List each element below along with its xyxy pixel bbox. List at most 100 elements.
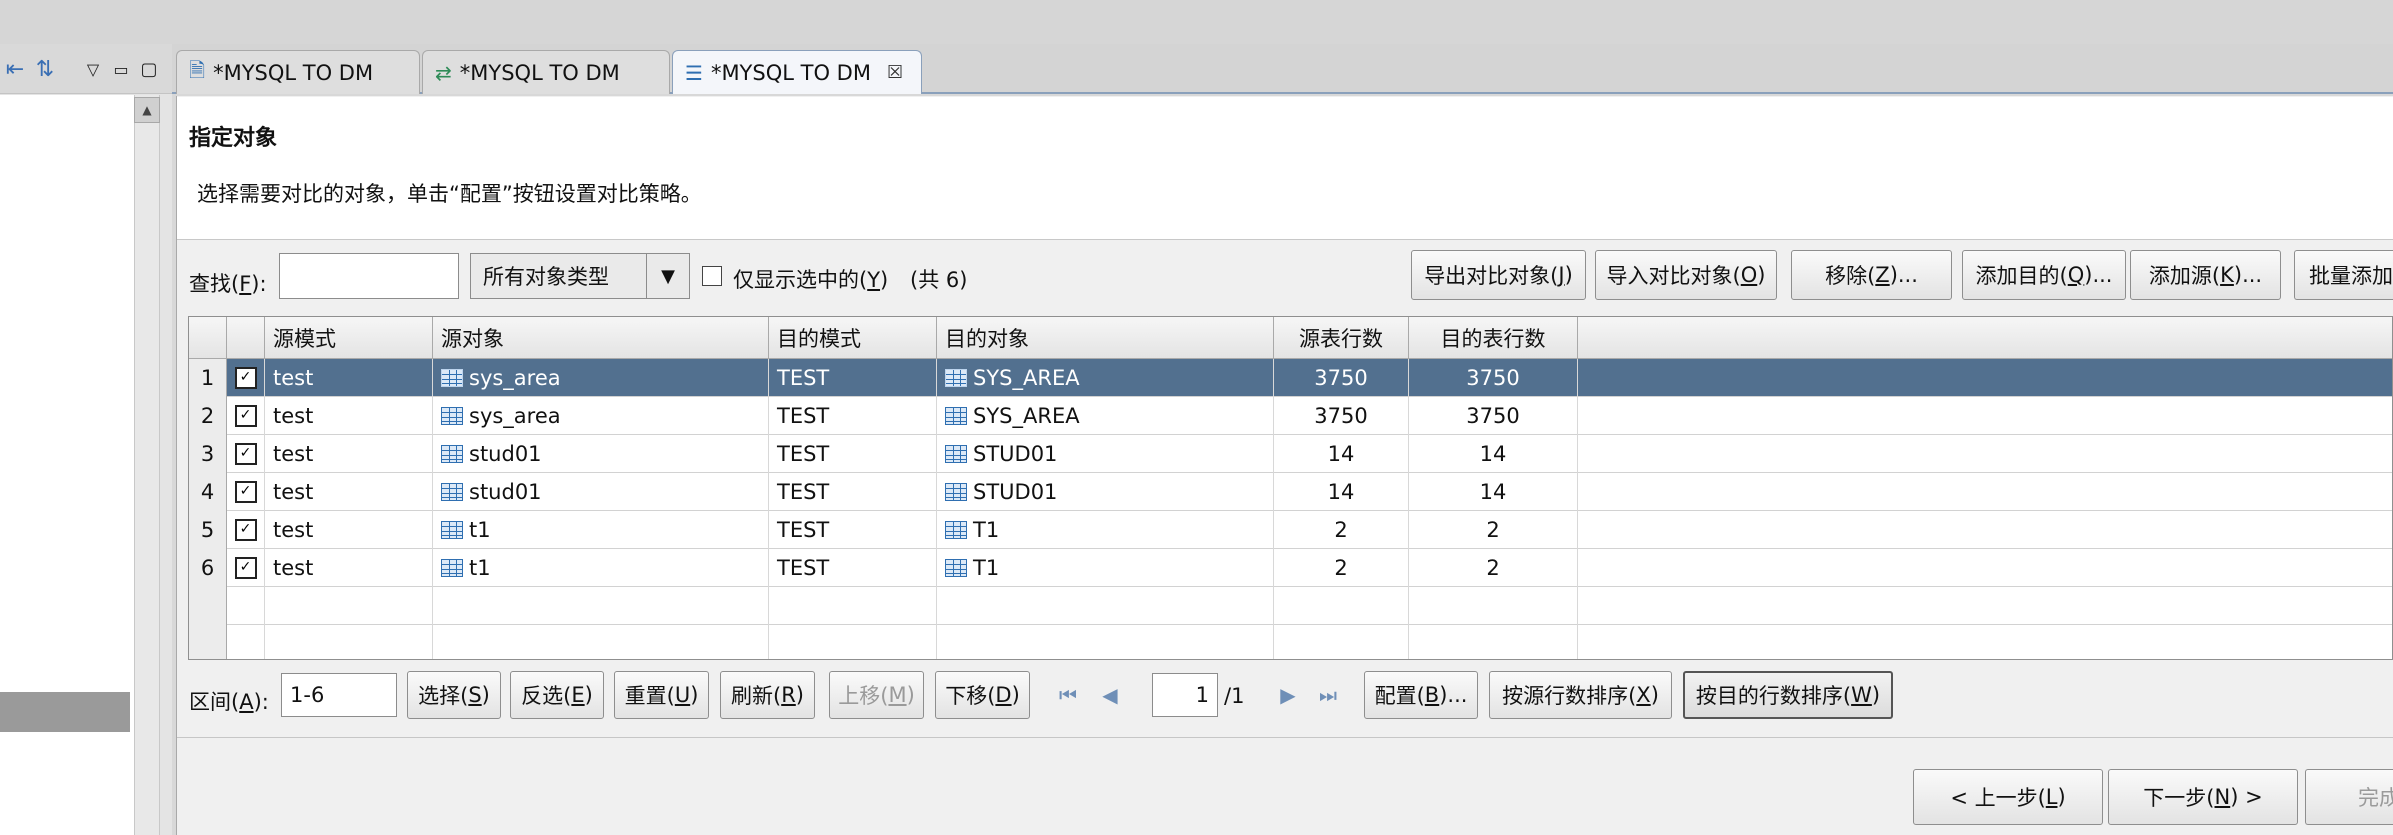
export-compare-objects-button[interactable]: 导出对比对象(J) xyxy=(1411,250,1586,300)
tab-mysql-to-dm-3[interactable]: ☰ *MYSQL TO DM ☒ xyxy=(672,50,922,94)
configure-button[interactable]: 配置(B)... xyxy=(1364,671,1478,719)
column-header-check[interactable] xyxy=(227,317,265,359)
sort-by-source-rows-button[interactable]: 按源行数排序(X) xyxy=(1489,671,1672,719)
target-object-cell-text: T1 xyxy=(973,518,1000,542)
source-object-cell-text: t1 xyxy=(469,556,491,580)
source-rows-cell: 3750 xyxy=(1274,359,1409,397)
collapse-icon[interactable]: ⇤ xyxy=(0,55,30,85)
target-object-cell: T1 xyxy=(937,549,1274,587)
row-checkbox-cell[interactable] xyxy=(227,625,265,659)
column-header-target-object[interactable]: 目的对象 xyxy=(937,317,1274,359)
target-schema-cell: TEST xyxy=(769,435,937,473)
chevron-down-icon: ▼ xyxy=(646,254,689,298)
invert-select-button[interactable]: 反选(E) xyxy=(510,671,604,719)
first-page-icon[interactable]: ⏮ xyxy=(1056,682,1080,708)
add-source-button[interactable]: 添加源(K)... xyxy=(2130,250,2281,300)
row-checkbox-cell[interactable] xyxy=(227,587,265,625)
remove-button[interactable]: 移除(Z)... xyxy=(1791,250,1952,300)
source-rows-cell-text: 3750 xyxy=(1314,366,1368,390)
row-checkbox[interactable]: ✓ xyxy=(234,557,257,579)
target-rows-cell xyxy=(1409,625,1578,659)
close-icon[interactable]: ☒ xyxy=(887,62,903,83)
table-row[interactable]: 1 ✓ test sys_area TEST SYS_AREA 3750 3750 xyxy=(189,359,2392,397)
target-object-cell-text: STUD01 xyxy=(973,480,1058,504)
sort-by-target-rows-button[interactable]: 按目的行数排序(W) xyxy=(1683,671,1893,719)
page-total: /1 xyxy=(1224,684,1245,708)
previous-page-icon[interactable]: ◀ xyxy=(1098,682,1122,708)
move-up-button[interactable]: 上移(M) xyxy=(829,671,924,719)
target-schema-cell: TEST xyxy=(769,397,937,435)
target-schema-cell: TEST xyxy=(769,359,937,397)
link-editor-icon[interactable]: ⇅ xyxy=(30,55,60,85)
target-schema-cell-text: TEST xyxy=(777,442,830,466)
row-checkbox[interactable]: ✓ xyxy=(234,519,257,541)
page-number-input[interactable]: 1 xyxy=(1152,673,1218,717)
object-type-select[interactable]: 所有对象类型 ▼ xyxy=(470,253,690,299)
target-object-cell: STUD01 xyxy=(937,435,1274,473)
tab-mysql-to-dm-2[interactable]: ⇄ *MYSQL TO DM xyxy=(422,50,670,94)
source-object-cell xyxy=(433,587,769,625)
reset-button[interactable]: 重置(U) xyxy=(614,671,709,719)
view-menu-icon[interactable]: ▽ xyxy=(78,55,108,85)
column-header-source-schema[interactable]: 源模式 xyxy=(265,317,433,359)
row-checkbox-cell[interactable]: ✓ xyxy=(227,435,265,473)
target-schema-cell-text: TEST xyxy=(777,366,830,390)
left-pane-selected-item[interactable] xyxy=(0,692,130,732)
column-header-target-rows[interactable]: 目的表行数 xyxy=(1409,317,1578,359)
refresh-button[interactable]: 刷新(R) xyxy=(720,671,815,719)
left-pane-scrollbar[interactable] xyxy=(134,95,160,835)
row-checkbox[interactable]: ✓ xyxy=(234,443,257,465)
table-row[interactable]: 2 ✓ test sys_area TEST SYS_AREA 3750 3750 xyxy=(189,397,2392,435)
range-input[interactable]: 1-6 xyxy=(281,673,397,717)
row-checkbox[interactable]: ✓ xyxy=(234,405,257,427)
row-checkbox-cell[interactable]: ✓ xyxy=(227,359,265,397)
row-checkbox-cell[interactable]: ✓ xyxy=(227,473,265,511)
tab-label: *MYSQL TO DM xyxy=(213,60,374,85)
scroll-up-arrow-icon[interactable]: ▲ xyxy=(134,97,160,123)
tab-mysql-to-dm-1[interactable]: 🗎 *MYSQL TO DM xyxy=(176,50,420,94)
column-header-source-object[interactable]: 源对象 xyxy=(433,317,769,359)
row-number: 1 xyxy=(189,359,227,397)
select-button[interactable]: 选择(S) xyxy=(407,671,501,719)
finish-button[interactable]: 完成 xyxy=(2305,769,2393,825)
target-rows-cell: 2 xyxy=(1409,549,1578,587)
row-checkbox-cell[interactable]: ✓ xyxy=(227,397,265,435)
only-selected-label: 仅显示选中的(Y) xyxy=(733,268,889,292)
next-page-icon[interactable]: ▶ xyxy=(1276,682,1300,708)
table-row[interactable]: 4 ✓ test stud01 TEST STUD01 14 14 xyxy=(189,473,2392,511)
row-checkbox[interactable]: ✓ xyxy=(234,481,257,503)
row-number: 5 xyxy=(189,511,227,549)
column-header-target-schema[interactable]: 目的模式 xyxy=(769,317,937,359)
table-row[interactable]: 5 ✓ test t1 TEST T1 2 2 xyxy=(189,511,2392,549)
table-row[interactable]: 6 ✓ test t1 TEST T1 2 2 xyxy=(189,549,2392,587)
maximize-icon[interactable]: ▢ xyxy=(134,55,164,85)
target-object-cell-text: SYS_AREA xyxy=(973,404,1080,428)
row-checkbox[interactable]: ✓ xyxy=(234,367,257,389)
import-compare-objects-button[interactable]: 导入对比对象(O) xyxy=(1595,250,1777,300)
search-input[interactable] xyxy=(279,253,459,299)
row-number-text: 1 xyxy=(200,366,215,390)
minimize-icon[interactable]: ▭ xyxy=(106,55,136,85)
table-row[interactable]: 3 ✓ test stud01 TEST STUD01 14 14 xyxy=(189,435,2392,473)
target-rows-cell: 3750 xyxy=(1409,359,1578,397)
batch-add-button[interactable]: 批量添加 xyxy=(2294,250,2393,300)
target-object-cell-text: STUD01 xyxy=(973,442,1058,466)
source-rows-cell: 3750 xyxy=(1274,397,1409,435)
move-down-button[interactable]: 下移(D) xyxy=(935,671,1030,719)
only-selected-checkbox[interactable] xyxy=(702,266,722,286)
source-schema-cell: test xyxy=(265,549,433,587)
row-checkbox-cell[interactable]: ✓ xyxy=(227,549,265,587)
column-header-source-rows[interactable]: 源表行数 xyxy=(1274,317,1409,359)
add-target-button[interactable]: 添加目的(Q)... xyxy=(1962,250,2126,300)
next-step-button[interactable]: 下一步(N) > xyxy=(2108,769,2298,825)
previous-step-button[interactable]: < 上一步(L) xyxy=(1913,769,2103,825)
table-icon xyxy=(441,369,463,387)
row-number: 6 xyxy=(189,549,227,587)
source-object-cell: sys_area xyxy=(433,359,769,397)
last-page-icon[interactable]: ⏭ xyxy=(1316,682,1340,708)
target-rows-cell: 14 xyxy=(1409,435,1578,473)
row-number: 3 xyxy=(189,435,227,473)
document-icon: 🗎 xyxy=(189,57,206,82)
target-object-cell: STUD01 xyxy=(937,473,1274,511)
row-checkbox-cell[interactable]: ✓ xyxy=(227,511,265,549)
